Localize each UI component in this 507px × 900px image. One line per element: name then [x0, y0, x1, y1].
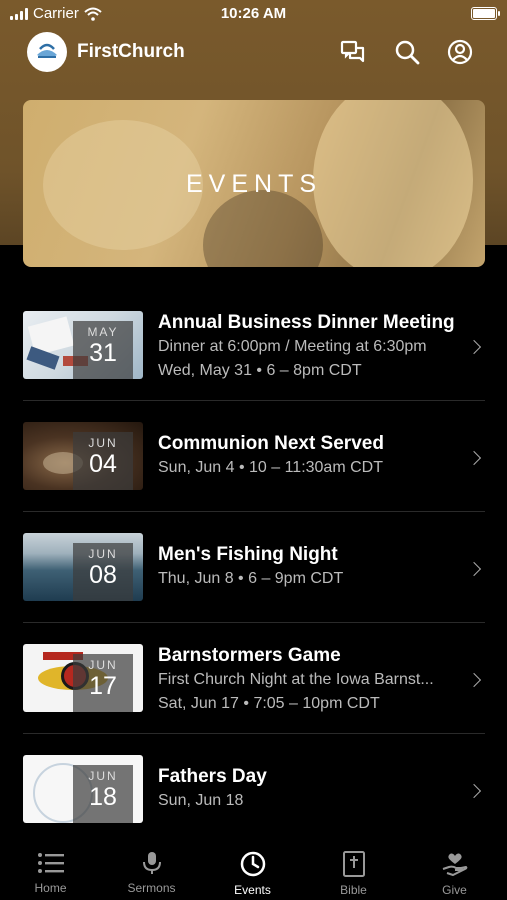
date-month: JUN [88, 436, 118, 450]
microphone-icon [142, 852, 161, 874]
date-month: JUN [88, 658, 118, 672]
list-icon [37, 853, 64, 873]
date-month: JUN [88, 769, 118, 783]
chevron-right-icon [466, 672, 482, 688]
events-banner: EVENTS [23, 100, 485, 267]
tab-sermons[interactable]: Sermons [101, 836, 202, 900]
search-icon[interactable] [392, 37, 422, 67]
tab-label: Give [442, 883, 467, 897]
event-datetime: Sat, Jun 17 • 7:05 – 10pm CDT [158, 695, 380, 712]
event-row-annual-business-dinner[interactable]: MAY 31 Annual Business Dinner Meeting Di… [0, 290, 507, 401]
event-title: Communion Next Served [158, 433, 384, 454]
event-details: First Church Night at the Iowa Barnst... [158, 671, 434, 688]
event-title: Barnstormers Game [158, 645, 341, 666]
church-logo[interactable] [27, 32, 67, 72]
tab-bible[interactable]: Bible [303, 836, 404, 900]
clock-icon [240, 851, 265, 877]
event-row-fathers-day[interactable]: JUN 18 Fathers Day Sun, Jun 18 [0, 734, 507, 845]
date-box: JUN 08 [73, 543, 133, 601]
tab-bar: Home Sermons Events Bible Give [0, 836, 507, 900]
event-row-barnstormers[interactable]: JUN 17 Barnstormers Game First Church Ni… [0, 623, 507, 734]
event-thumbnail: MAY 31 [23, 311, 143, 379]
bible-icon [342, 851, 365, 877]
event-thumbnail: JUN 17 [23, 644, 143, 712]
event-thumbnail: JUN 18 [23, 755, 143, 823]
tab-label: Events [234, 883, 271, 897]
chevron-right-icon [466, 783, 482, 799]
date-box: JUN 04 [73, 432, 133, 490]
tab-events[interactable]: Events [202, 836, 303, 900]
event-title: Fathers Day [158, 766, 267, 787]
event-row-communion[interactable]: JUN 04 Communion Next Served Sun, Jun 4 … [0, 401, 507, 512]
date-box: MAY 31 [73, 321, 133, 379]
date-day: 04 [89, 450, 117, 478]
tab-label: Sermons [127, 881, 176, 895]
event-datetime: Sun, Jun 4 • 10 – 11:30am CDT [158, 459, 383, 476]
date-day: 18 [89, 783, 117, 811]
tab-home[interactable]: Home [0, 836, 101, 900]
give-heart-icon [442, 853, 467, 876]
event-thumbnail: JUN 08 [23, 533, 143, 601]
banner-title: EVENTS [185, 170, 323, 198]
chevron-right-icon [466, 561, 482, 577]
battery-icon [471, 7, 500, 20]
event-details: Dinner at 6:00pm / Meeting at 6:30pm [158, 338, 427, 355]
event-datetime: Sun, Jun 18 [158, 792, 244, 809]
app-title: FirstChurch [77, 41, 185, 62]
date-day: 08 [89, 561, 117, 589]
logo-icon [37, 43, 57, 58]
tab-give[interactable]: Give [404, 836, 505, 900]
tab-label: Bible [340, 883, 367, 897]
date-month: MAY [87, 325, 119, 339]
event-row-fishing-night[interactable]: JUN 08 Men's Fishing Night Thu, Jun 8 • … [0, 512, 507, 623]
chat-icon[interactable] [338, 37, 368, 67]
event-datetime: Wed, May 31 • 6 – 8pm CDT [158, 362, 362, 379]
date-month: JUN [88, 547, 118, 561]
date-day: 31 [89, 339, 117, 367]
event-title: Men's Fishing Night [158, 544, 338, 565]
date-box: JUN 17 [73, 654, 133, 712]
status-time: 10:26 AM [220, 5, 287, 22]
chevron-right-icon [466, 339, 482, 355]
event-datetime: Thu, Jun 8 • 6 – 9pm CDT [158, 570, 344, 587]
tab-label: Home [34, 881, 67, 895]
chevron-right-icon [466, 450, 482, 466]
app-header: FirstChurch [0, 28, 507, 78]
event-thumbnail: JUN 04 [23, 422, 143, 490]
event-title: Annual Business Dinner Meeting [158, 312, 455, 333]
date-box: JUN 18 [73, 765, 133, 823]
date-day: 17 [89, 672, 117, 700]
profile-icon[interactable] [445, 37, 475, 67]
status-bar: Carrier 10:26 AM [0, 0, 507, 28]
